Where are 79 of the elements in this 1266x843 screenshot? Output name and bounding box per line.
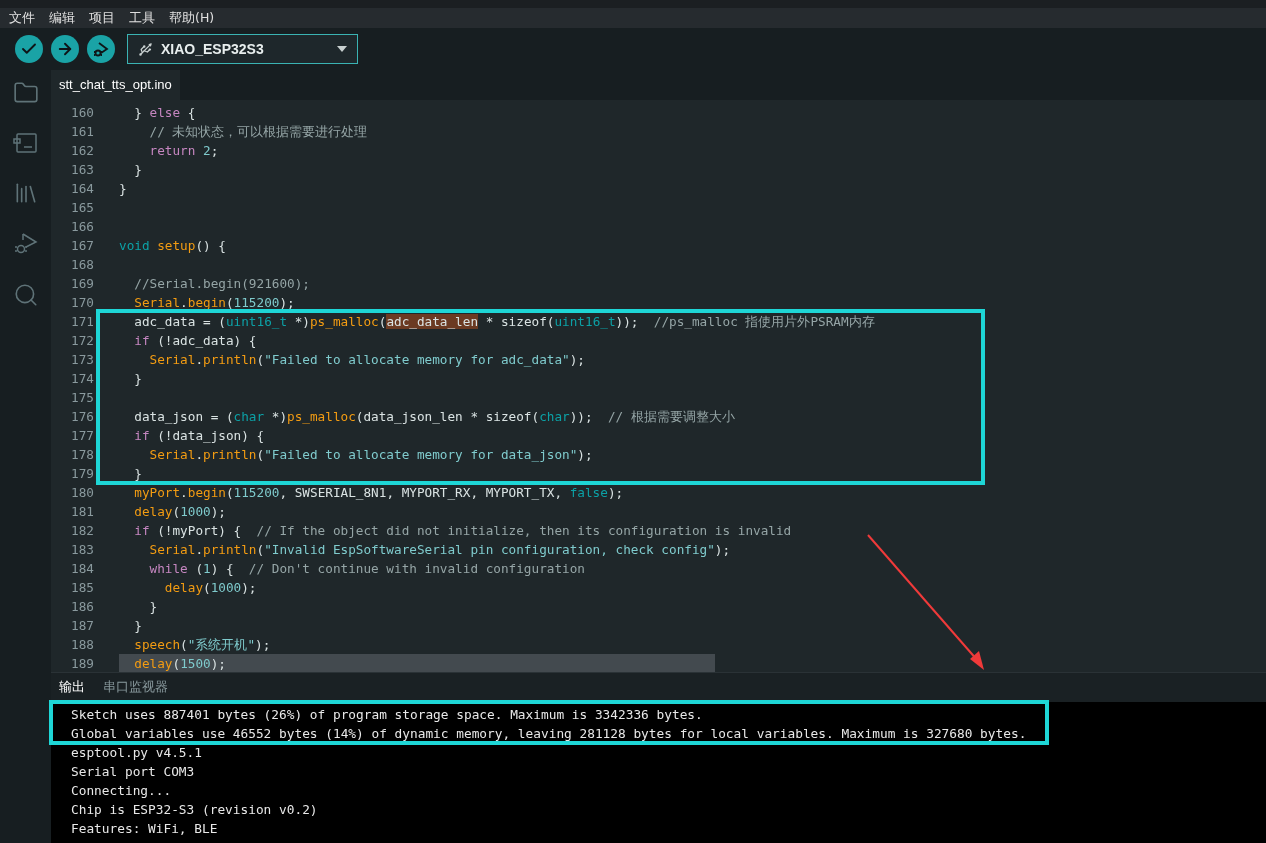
upload-button[interactable] [51, 35, 79, 63]
code-line: delay(1000); [133, 503, 226, 521]
code-line: if (!data_json) { [133, 427, 265, 445]
line-number: 166 [70, 218, 94, 236]
code-line: } [133, 161, 142, 179]
line-number: 172 [70, 332, 94, 350]
code-line: void setup() { [119, 237, 226, 255]
code-line: Serial.println("Failed to allocate memory for adc_data"); [148, 351, 585, 369]
usb-icon [138, 41, 153, 57]
code-line: speech("系统开机"); [133, 636, 271, 654]
line-number: 188 [70, 636, 94, 654]
line-number: 184 [70, 560, 94, 578]
debug-button[interactable] [87, 35, 115, 63]
line-number: 182 [70, 522, 94, 540]
output-line: Global variables use 46552 bytes (14%) of dynamic memory, leaving 281128 bytes for local variables. Maximum is 327680 bytes. [71, 725, 1027, 743]
output-line: Sketch uses 887401 bytes (26%) of program storage space. Maximum is 3342336 bytes. [71, 706, 703, 724]
line-number: 179 [70, 465, 94, 483]
output-line: Chip is ESP32-S3 (revision v0.2) [71, 801, 318, 819]
line-number: 165 [70, 199, 94, 217]
code-line: //Serial.begin(921600); [133, 275, 310, 293]
line-number: 185 [70, 579, 94, 597]
output-line: Serial port COM3 [71, 763, 195, 781]
code-line: while (1) { // Don't continue with invalid configuration [148, 560, 585, 578]
line-number: 177 [70, 427, 94, 445]
line-number: 187 [70, 617, 94, 635]
code-line: } [133, 465, 142, 483]
line-number: 160 [70, 104, 94, 122]
line-number: 168 [70, 256, 94, 274]
code-line: } [133, 617, 142, 635]
line-number: 180 [70, 484, 94, 502]
line-number: 169 [70, 275, 94, 293]
menu-item[interactable]: 文件 [9, 8, 35, 28]
line-number: 178 [70, 446, 94, 464]
line-number: 164 [70, 180, 94, 198]
code-line: // 未知状态，可以根据需要进行处理 [148, 123, 368, 141]
line-number: 161 [70, 123, 94, 141]
output-line: Connecting... [71, 782, 172, 800]
panel-tab[interactable]: 输出 [59, 678, 85, 702]
line-number: 167 [70, 237, 94, 255]
line-number: 181 [70, 503, 94, 521]
code-line: if (!myPort) { // If the object did not initialize, then its configuration is invalid [133, 522, 792, 540]
verify-button[interactable] [15, 35, 43, 63]
line-number: 176 [70, 408, 94, 426]
code-line: return 2; [148, 142, 219, 160]
debug-icon [92, 40, 110, 58]
code-line: Serial.begin(115200); [133, 294, 295, 312]
code-line: delay(1000); [163, 579, 257, 597]
arrow-right-icon [56, 40, 74, 58]
code-line: adc_data = (uint16_t *)ps_malloc(adc_data_len * sizeof(uint16_t)); //ps_malloc 指使用片外PSRAM内存 [133, 313, 875, 331]
code-line: if (!adc_data) { [133, 332, 257, 350]
line-number: 175 [70, 389, 94, 407]
board-icon[interactable] [12, 131, 39, 155]
line-number: 189 [70, 655, 94, 672]
code-line: data_json = (char *)ps_malloc(data_json_len * sizeof(char)); // 根据需要调整大小 [133, 408, 735, 426]
menu-item[interactable]: 项目 [89, 8, 115, 28]
line-number: 173 [70, 351, 94, 369]
code-line: Serial.println("Failed to allocate memory for data_json"); [148, 446, 593, 464]
line-number: 174 [70, 370, 94, 388]
menu-item[interactable]: 工具 [129, 8, 155, 28]
output-line: esptool.py v4.5.1 [71, 744, 202, 762]
line-number: 170 [70, 294, 94, 312]
panel-tab[interactable]: 串口监视器 [103, 678, 168, 702]
caret-icon [337, 46, 347, 52]
line-number: 163 [70, 161, 94, 179]
code-line: } [148, 598, 158, 616]
code-line: Serial.println("Invalid EspSoftwareSerial pin configuration, check config"); [148, 541, 731, 559]
menu-item[interactable]: 帮助(H) [169, 8, 215, 28]
line-number: 162 [70, 142, 94, 160]
line-number: 183 [70, 541, 94, 559]
menu-item[interactable]: 编辑 [49, 8, 75, 28]
code-line: } else { [133, 104, 196, 122]
output-line: Features: WiFi, BLE [71, 820, 218, 838]
line-number: 171 [70, 313, 94, 331]
code-line: } [119, 180, 127, 198]
code-line: } [133, 370, 142, 388]
code-line: myPort.begin(115200, SWSERIAL_8N1, MYPORT_RX, MYPORT_TX, false); [133, 484, 624, 502]
file-tab[interactable]: stt_chat_tts_opt.ino [51, 70, 180, 100]
line-number: 186 [70, 598, 94, 616]
board-selector[interactable]: XIAO_ESP32S3 [127, 34, 358, 64]
